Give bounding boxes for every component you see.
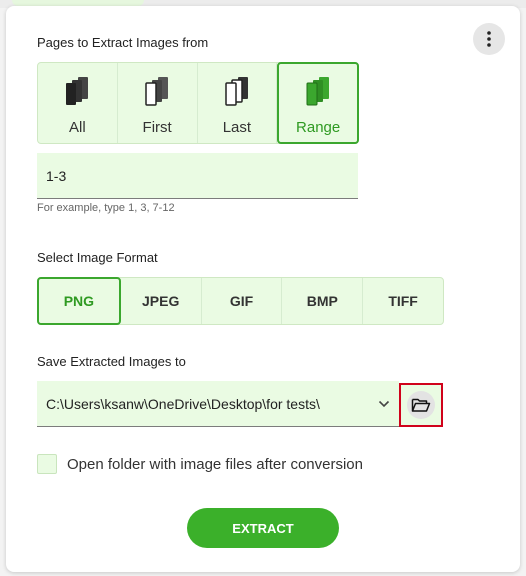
browse-folder-button-inner	[407, 391, 435, 419]
browse-folder-button[interactable]	[399, 383, 443, 427]
save-section-label: Save Extracted Images to	[37, 354, 186, 369]
open-folder-label: Open folder with image files after conve…	[67, 455, 363, 473]
page-option-all-label: All	[69, 119, 86, 136]
page-option-all[interactable]: All	[38, 63, 118, 143]
more-vertical-icon	[487, 31, 491, 47]
page-option-last-label: Last	[222, 119, 252, 136]
pages-section-label: Pages to Extract Images from	[37, 35, 209, 50]
all-pages-icon	[66, 77, 89, 105]
last-page-icon	[225, 77, 248, 106]
page-option-range-label: Range	[296, 119, 341, 136]
page-option-last[interactable]: Last	[198, 63, 278, 143]
save-path-value: C:\Users\ksanw\OneDrive\Desktop\for test…	[46, 395, 320, 412]
page-option-first[interactable]: First	[118, 63, 198, 143]
page-selection-group: All First Last Range	[37, 62, 359, 144]
format-option-bmp[interactable]: BMP	[282, 278, 364, 324]
more-options-button[interactable]	[473, 23, 505, 55]
format-option-gif[interactable]: GIF	[202, 278, 283, 324]
chevron-down-icon	[378, 400, 390, 407]
first-page-icon	[145, 77, 169, 106]
page-range-input[interactable]	[37, 153, 358, 199]
page-option-first-label: First	[142, 119, 172, 136]
format-option-jpeg[interactable]: JPEG	[121, 278, 202, 324]
open-folder-option[interactable]: Open folder with image files after conve…	[37, 454, 363, 474]
format-option-png[interactable]: PNG	[37, 277, 121, 325]
format-section-label: Select Image Format	[37, 250, 158, 265]
page-range-hint: For example, type 1, 3, 7-12	[37, 202, 175, 214]
format-option-tiff[interactable]: TIFF	[363, 278, 443, 324]
range-pages-icon	[306, 77, 330, 106]
image-format-group: PNG JPEG GIF BMP TIFF	[37, 277, 444, 325]
extract-button[interactable]: EXTRACT	[187, 508, 339, 548]
open-folder-checkbox[interactable]	[37, 454, 57, 474]
page-option-range[interactable]: Range	[277, 62, 359, 144]
folder-open-icon	[411, 398, 431, 412]
save-path-dropdown[interactable]: C:\Users\ksanw\OneDrive\Desktop\for test…	[37, 381, 399, 427]
